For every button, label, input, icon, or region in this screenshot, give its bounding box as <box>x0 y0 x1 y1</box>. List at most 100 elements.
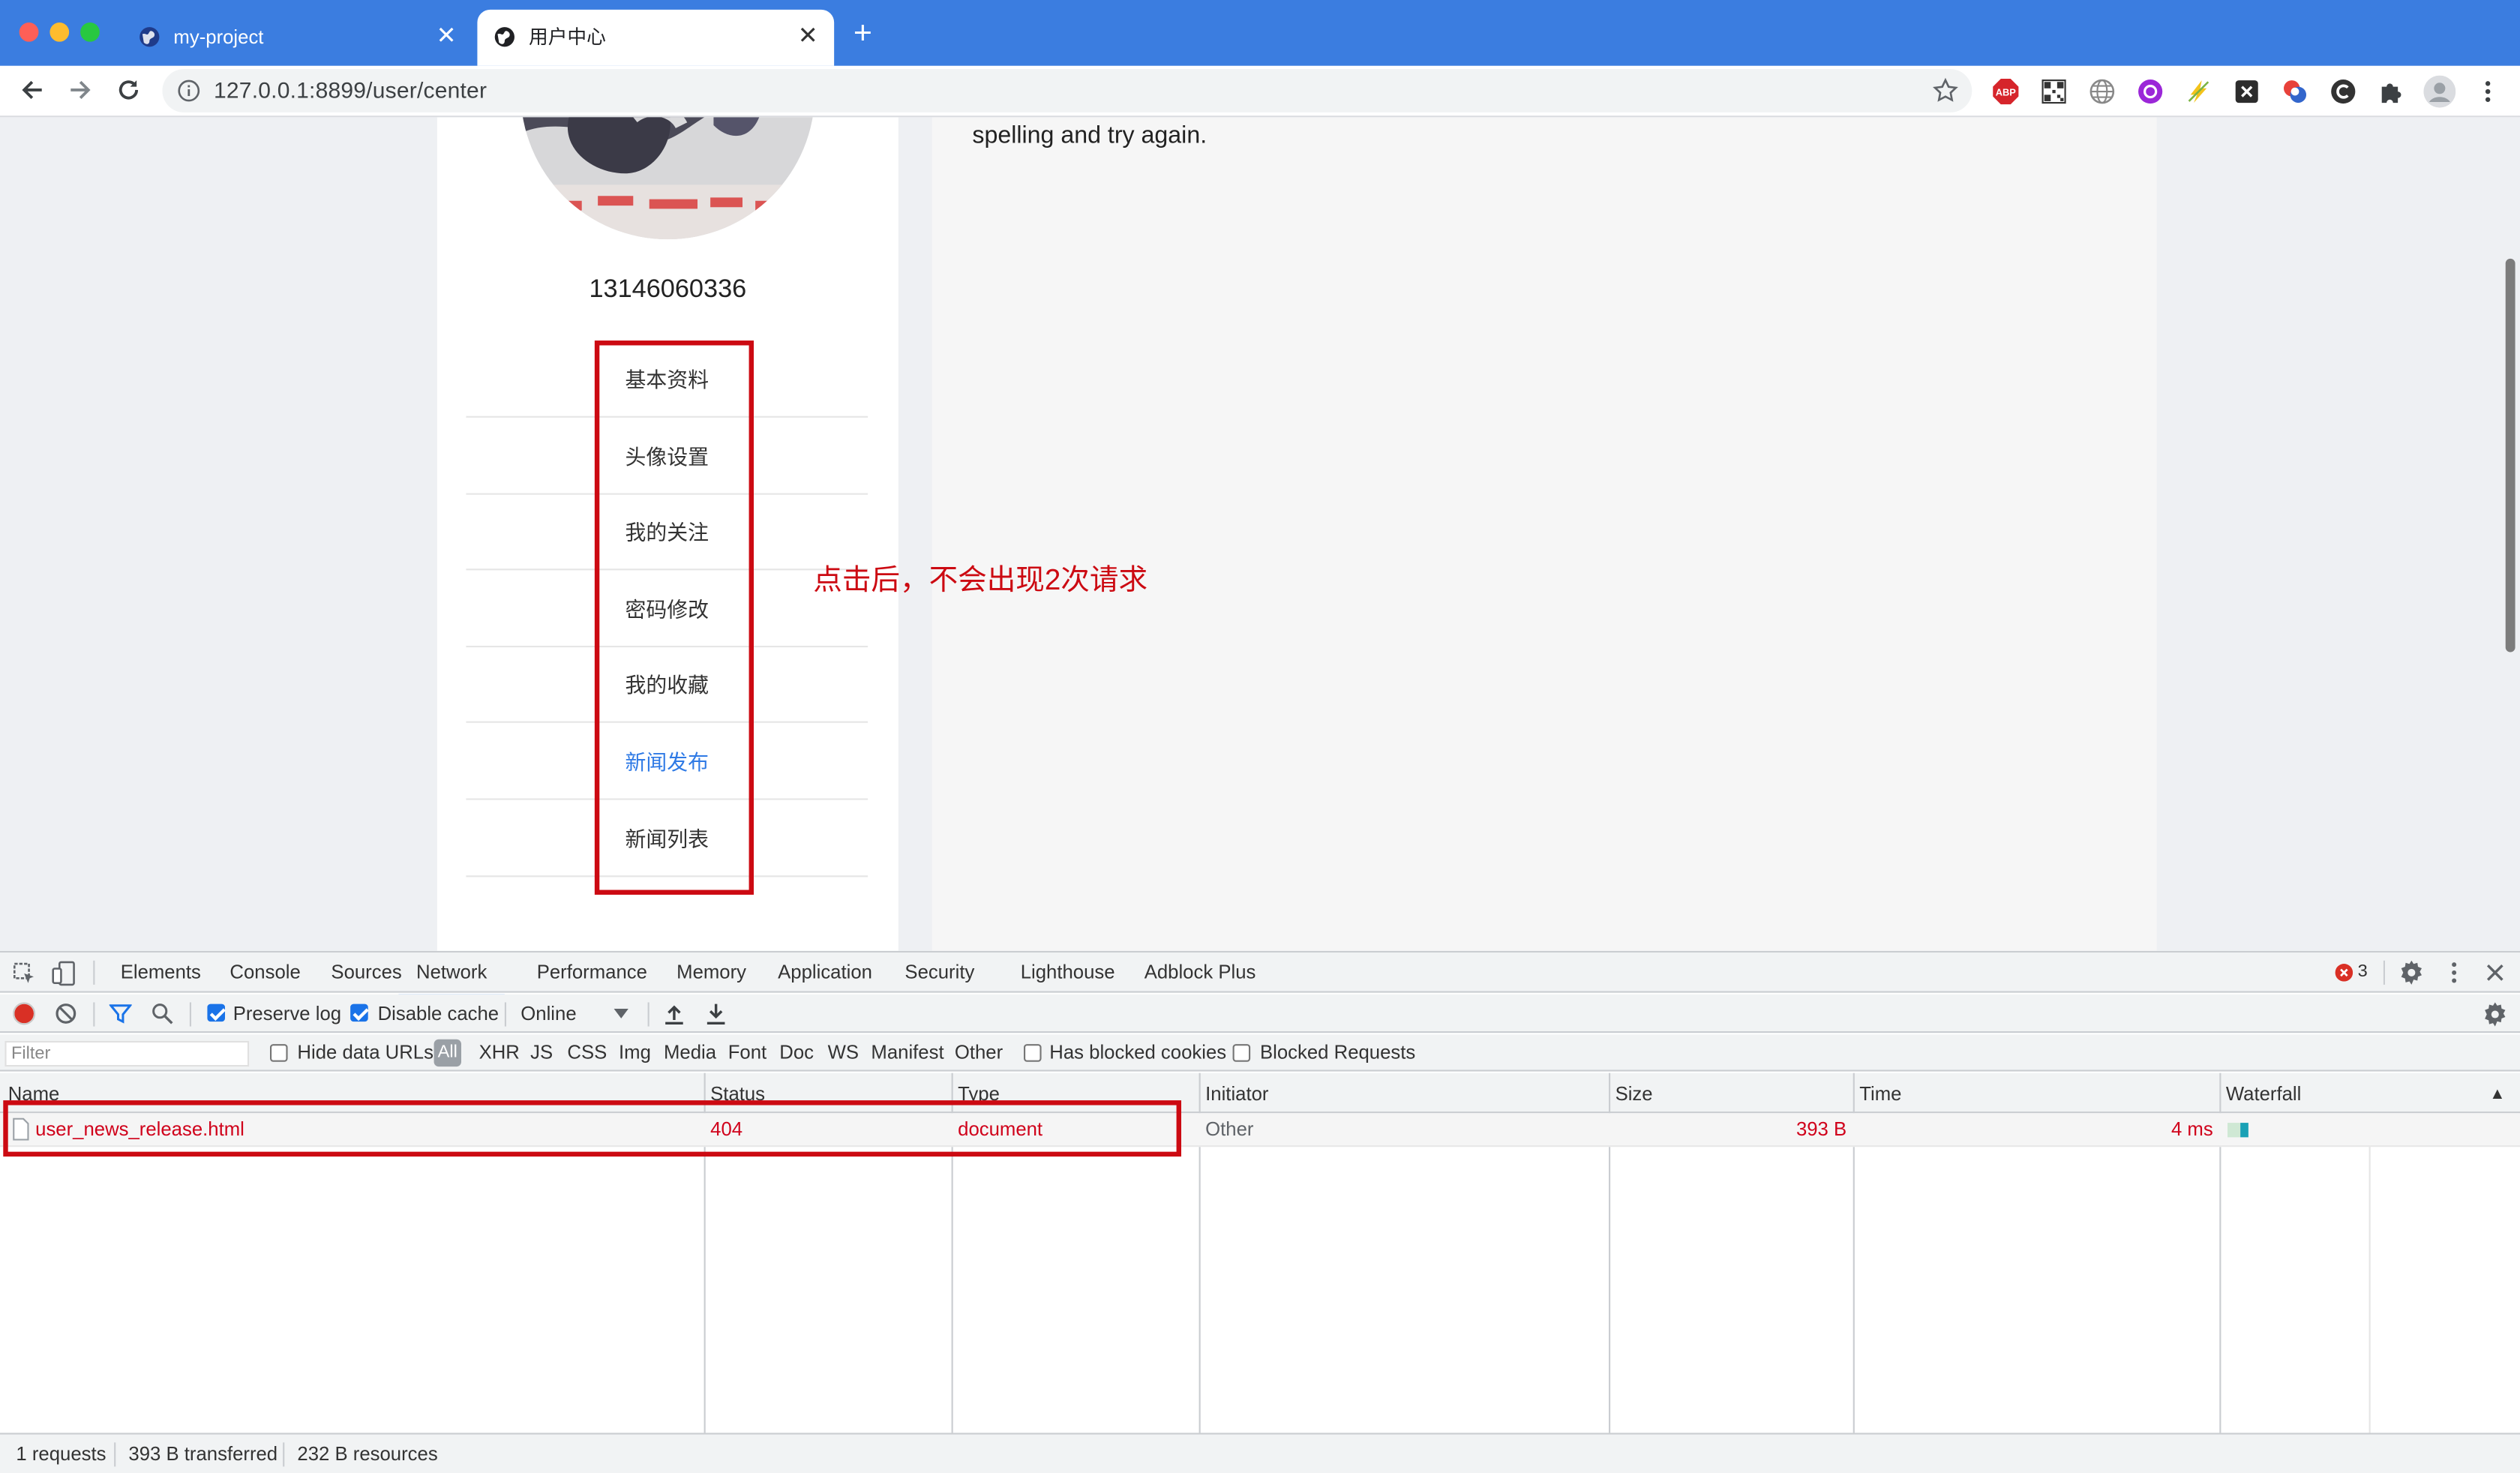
throttling-select[interactable]: Online <box>520 1002 576 1024</box>
type-filter-js[interactable]: JS <box>530 1041 553 1064</box>
has-blocked-cookies-label[interactable]: Has blocked cookies <box>1049 1041 1226 1064</box>
tab-sources[interactable]: Sources <box>331 962 401 983</box>
address-url[interactable]: 127.0.0.1:8899/user/center <box>214 78 487 103</box>
purple-extension-icon[interactable] <box>2138 79 2163 104</box>
lightning-icon[interactable] <box>2186 79 2211 104</box>
x-extension-icon[interactable] <box>2234 79 2260 104</box>
type-filter-font[interactable]: Font <box>728 1041 766 1064</box>
tab-close-button[interactable]: ✕ <box>798 22 818 52</box>
type-filter-doc[interactable]: Doc <box>779 1041 814 1064</box>
request-initiator: Other <box>1205 1118 1254 1141</box>
content-panel: spelling and try again. <box>932 117 2157 951</box>
toolbar-divider <box>93 1002 95 1027</box>
has-blocked-cookies-checkbox[interactable] <box>1024 1044 1042 1062</box>
record-icon[interactable] <box>13 1002 36 1025</box>
window-zoom-button[interactable] <box>80 22 100 42</box>
window-minimize-button[interactable] <box>50 22 70 42</box>
tab-lighthouse[interactable]: Lighthouse <box>1021 962 1115 983</box>
profile-avatar-icon[interactable] <box>2423 75 2456 108</box>
request-size: 393 B <box>1796 1118 1847 1141</box>
translate-icon[interactable] <box>2282 79 2308 104</box>
hide-data-urls-label[interactable]: Hide data URLs <box>297 1041 434 1064</box>
search-icon[interactable] <box>151 1002 173 1024</box>
tab-security[interactable]: Security <box>904 962 974 983</box>
error-count[interactable]: 3 <box>2358 962 2368 983</box>
error-message: spelling and try again. <box>972 122 1208 150</box>
column-size[interactable]: Size <box>1616 1084 1653 1106</box>
highlight-box-menu <box>594 340 754 895</box>
username: 13146060336 <box>589 276 747 304</box>
network-toolbar: Preserve log Disable cache Online <box>0 994 2520 1034</box>
type-filter-manifest[interactable]: Manifest <box>871 1041 944 1064</box>
column-waterfall[interactable]: Waterfall <box>2226 1084 2302 1106</box>
puzzle-icon[interactable] <box>2378 79 2404 104</box>
qr-code-icon[interactable] <box>2041 79 2066 104</box>
sort-ascending-icon[interactable]: ▲ <box>2489 1084 2505 1106</box>
filter-icon[interactable] <box>109 1002 132 1024</box>
tab-user-center[interactable]: 用户中心 ✕ <box>477 9 835 66</box>
more-options-icon[interactable] <box>2443 961 2465 985</box>
page-scrollbar[interactable] <box>2505 258 2516 652</box>
tab-title: my-project <box>173 26 264 49</box>
address-bar[interactable]: 127.0.0.1:8899/user/center <box>162 69 1972 112</box>
inspect-element-icon[interactable] <box>13 962 35 985</box>
forward-arrow-icon[interactable] <box>66 76 95 105</box>
import-har-icon[interactable] <box>664 1002 685 1025</box>
tab-application[interactable]: Application <box>778 962 872 983</box>
chevron-down-icon[interactable] <box>614 1009 628 1020</box>
waterfall-grid-line <box>2368 1113 2371 1433</box>
adblock-plus-icon[interactable]: ABP <box>1993 78 2019 105</box>
devtools-tabbar: Elements Console Sources Network Perform… <box>0 952 2520 998</box>
tab-elements[interactable]: Elements <box>121 962 201 983</box>
browser-window: my-project ✕ 用户中心 ✕ + 127.0.0.1:8899/use… <box>0 0 2520 1473</box>
blocked-requests-checkbox[interactable] <box>1232 1044 1251 1062</box>
tab-console[interactable]: Console <box>230 962 300 983</box>
toolbar-divider <box>93 960 95 985</box>
disable-cache-checkbox[interactable] <box>350 1004 368 1022</box>
new-tab-button[interactable]: + <box>854 16 872 51</box>
site-info-icon[interactable] <box>177 79 201 103</box>
type-filter-other[interactable]: Other <box>955 1041 1003 1064</box>
type-filter-media[interactable]: Media <box>664 1041 716 1064</box>
adblock-label: ABP <box>1996 86 2017 98</box>
device-toolbar-icon[interactable] <box>52 961 77 986</box>
preserve-log-label[interactable]: Preserve log <box>233 1002 341 1024</box>
back-arrow-icon[interactable] <box>18 76 47 105</box>
network-settings-gear-icon[interactable] <box>2483 1002 2507 1027</box>
toolbar-divider <box>2383 960 2385 985</box>
type-filter-all[interactable]: All <box>434 1039 461 1067</box>
filter-input[interactable]: Filter <box>4 1040 250 1067</box>
tab-performance[interactable]: Performance <box>537 962 647 983</box>
type-filter-img[interactable]: Img <box>619 1041 651 1064</box>
c-extension-icon[interactable] <box>2330 79 2356 104</box>
settings-gear-icon[interactable] <box>2399 960 2423 985</box>
window-close-button[interactable] <box>19 22 39 42</box>
close-devtools-icon[interactable] <box>2486 964 2504 982</box>
hide-data-urls-checkbox[interactable] <box>270 1044 288 1062</box>
export-har-icon[interactable] <box>706 1002 727 1025</box>
tab-strip: my-project ✕ 用户中心 ✕ + <box>0 0 2520 66</box>
column-time[interactable]: Time <box>1859 1084 1901 1106</box>
tab-memory[interactable]: Memory <box>676 962 746 983</box>
type-filter-css[interactable]: CSS <box>567 1041 607 1064</box>
user-avatar <box>520 117 815 240</box>
tab-close-button[interactable]: ✕ <box>436 22 457 52</box>
tab-adblock-plus[interactable]: Adblock Plus <box>1144 962 1256 983</box>
disable-cache-label[interactable]: Disable cache <box>378 1002 500 1024</box>
bookmark-star-icon[interactable] <box>1932 77 1959 104</box>
type-filter-xhr[interactable]: XHR <box>479 1041 520 1064</box>
reload-icon[interactable] <box>114 76 143 105</box>
tab-my-project[interactable]: my-project ✕ <box>122 10 472 66</box>
column-initiator[interactable]: Initiator <box>1205 1084 1268 1106</box>
waterfall-download-bar <box>2240 1123 2248 1138</box>
preserve-log-checkbox[interactable] <box>207 1004 225 1022</box>
globe-icon[interactable] <box>2090 79 2115 104</box>
error-icon[interactable] <box>2335 964 2354 982</box>
clear-icon[interactable] <box>55 1002 77 1024</box>
kebab-menu-icon[interactable] <box>2475 79 2500 104</box>
blocked-requests-label[interactable]: Blocked Requests <box>1260 1041 1415 1064</box>
tab-network[interactable]: Network <box>398 962 505 998</box>
toolbar-divider <box>647 1002 650 1027</box>
type-filter-ws[interactable]: WS <box>828 1041 859 1064</box>
request-count: 1 requests <box>16 1442 106 1466</box>
